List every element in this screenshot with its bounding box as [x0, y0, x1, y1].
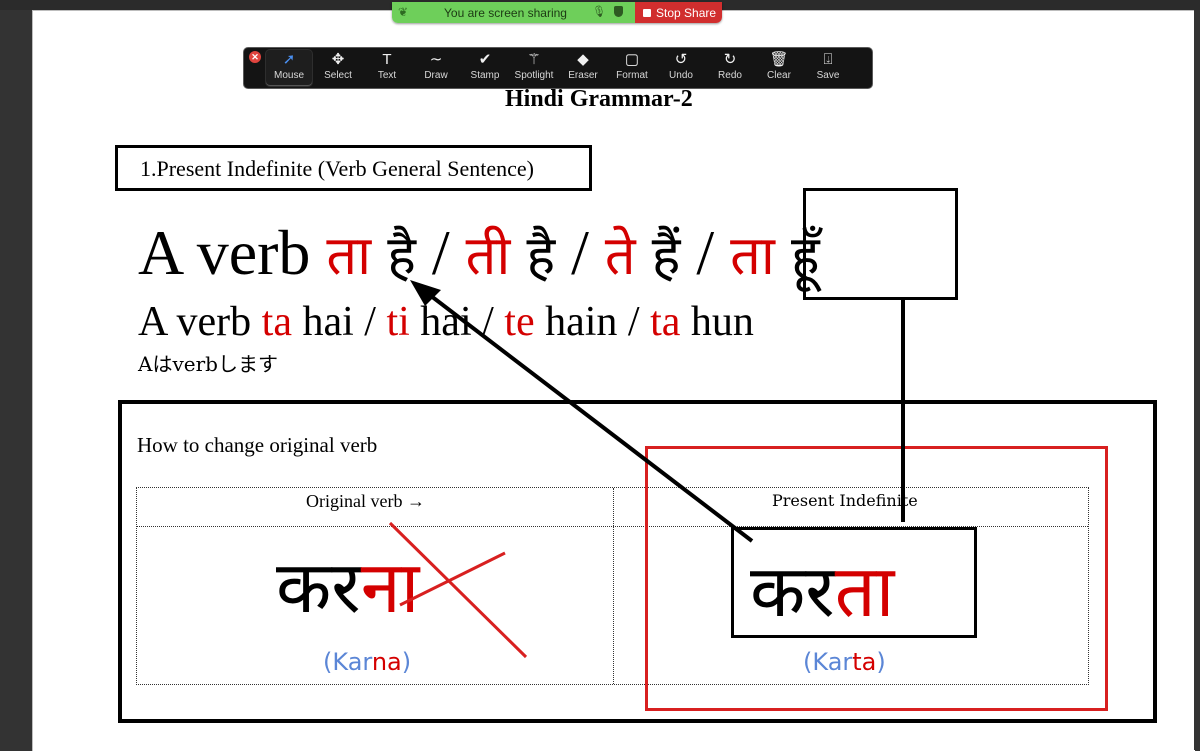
checkmark-icon: ✔: [478, 51, 492, 68]
verb-ending-ta: ता: [834, 549, 895, 633]
grip-icon[interactable]: ❦: [398, 5, 408, 19]
hindi-pattern-line: A verb ता है / ती है / ते हैं / ता हूँ: [138, 216, 820, 290]
tool-label: Format: [616, 70, 648, 81]
translit-stem: Kar: [812, 648, 853, 676]
tool-format-button[interactable]: ▢ Format: [609, 50, 655, 86]
japanese-translation: Aはverbします: [138, 352, 278, 376]
table-header-original: Original verb →: [306, 491, 425, 511]
roman-aux-hun: hun: [690, 299, 754, 345]
sharing-status-text: You are screen sharing: [444, 6, 567, 20]
roman-pattern-line: A verb ta hai / ti hai / te hain / ta hu…: [138, 298, 754, 346]
squiggle-icon: ∼: [429, 51, 443, 68]
roman-line-prefix: A verb: [138, 299, 262, 345]
eraser-icon: ◆: [577, 51, 589, 68]
translit-karna: (Karna): [323, 648, 412, 676]
tool-text-button[interactable]: T Text: [364, 50, 410, 86]
aux-hai: है: [526, 224, 556, 287]
annotation-box-ta-hun: [803, 188, 958, 300]
tool-label: Save: [816, 70, 840, 81]
magic-wand-icon: ⚚: [527, 51, 541, 68]
separator: /: [471, 299, 505, 345]
tool-label: Spotlight: [514, 70, 554, 81]
tool-redo-button[interactable]: ↻ Redo: [707, 50, 753, 86]
translit-karta: (Karta): [803, 648, 886, 676]
tool-label: Undo: [669, 70, 693, 81]
tool-stamp-button[interactable]: ✔ Stamp: [462, 50, 508, 86]
aux-hain: हैं: [651, 224, 681, 287]
verb-ending-na: ना: [360, 545, 420, 629]
stop-share-button[interactable]: Stop Share: [635, 2, 722, 23]
tool-undo-button[interactable]: ↺ Undo: [658, 50, 704, 86]
suffix-ti: ती: [465, 224, 511, 287]
tool-clear-button[interactable]: 🗑 Clear: [756, 50, 802, 86]
how-to-heading: How to change original verb: [137, 433, 378, 457]
table-column-divider: [613, 488, 614, 684]
tool-label: Stamp: [470, 70, 500, 81]
roman-aux-hai: hai: [420, 299, 472, 345]
tool-label: Text: [377, 70, 397, 81]
cursor-arrow-icon: ➚: [282, 51, 296, 68]
tool-label: Clear: [767, 70, 791, 81]
roman-suffix-ta: ta: [650, 299, 681, 345]
muted-mic-icon: 🎙: [592, 6, 606, 18]
original-verb-karna: करना: [276, 536, 419, 634]
present-verb-karta: करता: [750, 540, 894, 638]
tool-label: Redo: [718, 70, 742, 81]
translit-ending: ta: [852, 648, 877, 676]
tool-select-button[interactable]: ✥ Select: [315, 50, 361, 86]
tool-label: Eraser: [568, 70, 598, 81]
screen-sharing-banner: ❦ You are screen sharing 🎙 Stop Share: [392, 2, 722, 23]
translit-ending: na: [371, 648, 402, 676]
separator: /: [617, 299, 651, 345]
text-icon: T: [382, 51, 392, 68]
tool-spotlight-button[interactable]: ⚚ Spotlight: [511, 50, 557, 86]
tool-label: Mouse: [273, 70, 304, 81]
tool-save-button[interactable]: ⍗ Save: [805, 50, 851, 86]
sharing-status-area[interactable]: ❦ You are screen sharing 🎙: [392, 2, 635, 23]
security-shield-icon: [614, 6, 623, 17]
roman-suffix-te: te: [504, 299, 535, 345]
suffix-ta: ता: [730, 224, 775, 287]
redo-icon: ↻: [723, 51, 737, 68]
annotation-toolbar: ✕ ➚ Mouse ✥ Select T Text ∼ Draw ✔ Stamp ⚚ Spotligh…: [243, 47, 873, 89]
tool-label: Draw: [424, 70, 448, 81]
roman-suffix-ta: ta: [261, 299, 292, 345]
tool-label: Select: [324, 70, 352, 81]
section-heading-box: 1.Present Indefinite (Verb General Sente…: [115, 145, 592, 191]
trash-icon: 🗑: [769, 51, 789, 68]
roman-suffix-ti: ti: [386, 299, 410, 345]
separator: /: [415, 217, 466, 288]
stop-square-icon: [643, 8, 651, 17]
roman-aux-hai: hai: [302, 299, 354, 345]
separator: /: [353, 299, 387, 345]
tool-eraser-button[interactable]: ◆ Eraser: [560, 50, 606, 86]
translit-stem: Kar: [332, 648, 372, 676]
move-arrows-icon: ✥: [331, 51, 345, 68]
save-tray-icon: ⍗: [823, 51, 833, 68]
section-heading: 1.Present Indefinite (Verb General Sente…: [140, 156, 535, 181]
suffix-ta: ता: [326, 224, 372, 287]
hindi-line-prefix: A verb: [138, 217, 327, 288]
roman-aux-hain: hain: [545, 299, 618, 345]
separator: /: [680, 217, 731, 288]
verb-stem: कर: [276, 545, 361, 629]
square-icon: ▢: [624, 51, 640, 68]
tool-draw-button[interactable]: ∼ Draw: [413, 50, 459, 86]
window-right-edge: [1194, 10, 1200, 750]
document-title: Hindi Grammar-2: [505, 86, 693, 112]
verb-stem: कर: [750, 549, 835, 633]
suffix-te: ते: [604, 224, 636, 287]
aux-hai: है: [387, 224, 416, 287]
separator: /: [555, 217, 605, 288]
close-icon[interactable]: ✕: [249, 51, 261, 63]
tool-mouse-button[interactable]: ➚ Mouse: [266, 50, 312, 86]
undo-icon: ↺: [674, 51, 688, 68]
stop-share-label: Stop Share: [656, 5, 717, 20]
